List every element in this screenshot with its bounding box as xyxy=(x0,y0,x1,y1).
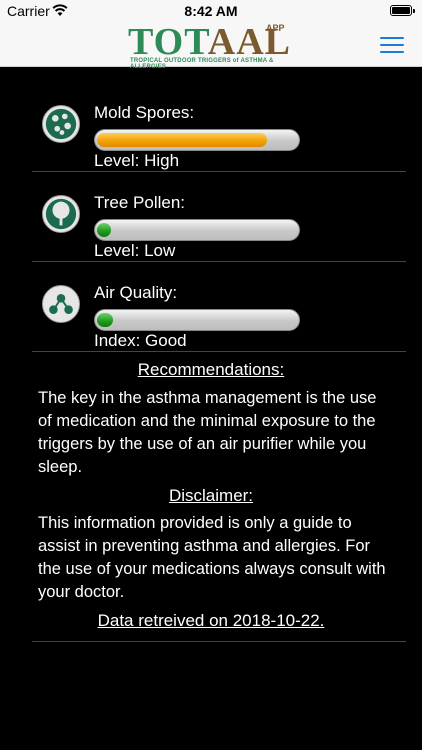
app-logo: TOTAAL APP TROPICAL OUTDOOR TRIGGERS of … xyxy=(128,20,298,70)
data-retrieved-date: Data retreived on 2018-10-22. xyxy=(97,611,325,630)
pollen-level-bar xyxy=(94,219,300,241)
mold-level-bar xyxy=(94,129,300,151)
navigation-header: Carrier 8:42 AM TOTAAL APP TROPICAL OUTD… xyxy=(0,0,422,70)
disclaimer-title: Disclaimer: xyxy=(168,486,254,505)
hamburger-menu-button[interactable] xyxy=(380,37,404,53)
bottom-divider xyxy=(32,641,406,642)
clock: 8:42 AM xyxy=(184,3,238,19)
recommendations-title: Recommendations: xyxy=(137,360,285,379)
logo-app-tag: APP xyxy=(266,23,285,33)
metric-label: Tree Pollen: xyxy=(94,193,186,212)
tree-icon xyxy=(42,195,80,233)
disclaimer-text: This information provided is only a guid… xyxy=(38,514,386,601)
metric-label: Mold Spores: xyxy=(94,103,195,122)
air-quality-bar xyxy=(94,309,300,331)
metric-level: Level: High xyxy=(94,151,180,170)
recommendations-text: The key in the asthma management is the … xyxy=(38,389,377,476)
metric-row-air-quality: Air Quality: Index: Good xyxy=(32,261,406,352)
status-bar: Carrier 8:42 AM xyxy=(0,0,422,22)
molecule-icon xyxy=(42,285,80,323)
logo-tagline: TROPICAL OUTDOOR TRIGGERS of ASTHMA & AL… xyxy=(130,58,274,70)
battery-icon xyxy=(390,5,415,16)
metric-label: Air Quality: xyxy=(94,283,178,302)
mold-level-fill xyxy=(97,133,267,147)
metric-row-tree-pollen: Tree Pollen: Level: Low xyxy=(32,171,406,262)
metric-row-mold-spores: Mold Spores: Level: High xyxy=(32,81,406,172)
mold-spores-icon xyxy=(42,105,80,143)
pollen-level-fill xyxy=(97,223,111,237)
metric-level: Level: Low xyxy=(94,241,176,260)
metric-level: Index: Good xyxy=(94,331,187,350)
air-quality-fill xyxy=(97,313,113,327)
